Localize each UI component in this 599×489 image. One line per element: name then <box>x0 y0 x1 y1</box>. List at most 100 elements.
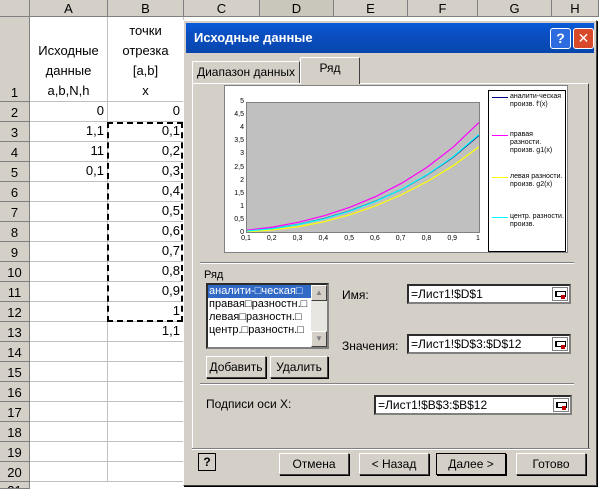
column-header-f[interactable]: F <box>408 0 478 17</box>
cell-b11[interactable]: 0,9 <box>108 282 184 302</box>
cell-b13[interactable]: 1,1 <box>108 322 184 342</box>
collapse-dialog-icon[interactable] <box>553 398 569 412</box>
titlebar-close-button[interactable]: ✕ <box>573 28 594 49</box>
remove-series-button[interactable]: Удалить <box>270 356 328 378</box>
cell-b18[interactable] <box>108 422 184 442</box>
cell-a18[interactable] <box>30 422 108 442</box>
cell-a15[interactable] <box>30 362 108 382</box>
column-header-c[interactable]: C <box>184 0 260 17</box>
cell-b6[interactable]: 0,4 <box>108 182 184 202</box>
column-header-a[interactable]: A <box>30 0 108 17</box>
collapse-dialog-icon[interactable] <box>552 287 568 301</box>
cell-a1[interactable]: Исходные данные a,b,N,h <box>30 17 108 102</box>
row-header-16[interactable]: 16 <box>0 382 30 402</box>
cancel-button[interactable]: Отмена <box>279 453 349 475</box>
row-header-18[interactable]: 18 <box>0 422 30 442</box>
row-header-9[interactable]: 9 <box>0 242 30 262</box>
dialog-titlebar[interactable]: Исходные данные ? ✕ <box>186 23 594 53</box>
y-tick-label: 2 <box>240 176 244 184</box>
add-series-button[interactable]: Добавить <box>206 356 266 378</box>
cell-a7[interactable] <box>30 202 108 222</box>
cell-b14[interactable] <box>108 342 184 362</box>
cell-b10[interactable]: 0,8 <box>108 262 184 282</box>
cell-a17[interactable] <box>30 402 108 422</box>
values-field[interactable]: =Лист1!$D$3:$D$12 <box>407 334 571 354</box>
cell-a8[interactable] <box>30 222 108 242</box>
row-header-6[interactable]: 6 <box>0 182 30 202</box>
cell-a12[interactable] <box>30 302 108 322</box>
row-header-5[interactable]: 5 <box>0 162 30 182</box>
cell-a19[interactable] <box>30 442 108 462</box>
cell-b3[interactable]: 0,1 <box>108 122 184 142</box>
column-header-g[interactable]: G <box>478 0 552 17</box>
xaxis-labels-field[interactable]: =Лист1!$B$3:$B$12 <box>374 395 572 415</box>
back-button[interactable]: < Назад <box>359 453 429 475</box>
cell-b2[interactable]: 0 <box>108 102 184 122</box>
scroll-up-icon[interactable]: ▲ <box>311 285 327 301</box>
cell-a9[interactable] <box>30 242 108 262</box>
cell-a3[interactable]: 1,1 <box>30 122 108 142</box>
cell-b7[interactable]: 0,5 <box>108 202 184 222</box>
cell-b20[interactable] <box>108 462 184 482</box>
row-header-13[interactable]: 13 <box>0 322 30 342</box>
cell-a10[interactable] <box>30 262 108 282</box>
column-header-e[interactable]: E <box>334 0 408 17</box>
row-header-20[interactable]: 20 <box>0 462 30 482</box>
row-header-7[interactable]: 7 <box>0 202 30 222</box>
row-header-19[interactable]: 19 <box>0 442 30 462</box>
cell-a11[interactable] <box>30 282 108 302</box>
cell-b15[interactable] <box>108 362 184 382</box>
row-header-17[interactable]: 17 <box>0 402 30 422</box>
next-button[interactable]: Далее > <box>436 453 506 475</box>
cell-a16[interactable] <box>30 382 108 402</box>
help-button[interactable]: ? <box>198 453 216 471</box>
cell-b4[interactable]: 0,2 <box>108 142 184 162</box>
row-header-21[interactable]: 21 <box>0 482 30 489</box>
cell-a2[interactable]: 0 <box>30 102 108 122</box>
row-header-14[interactable]: 14 <box>0 342 30 362</box>
cell-b1-line2: отрезка <box>122 43 169 58</box>
column-header-b[interactable]: B <box>108 0 184 17</box>
cell-b19[interactable] <box>108 442 184 462</box>
y-tick-label: 3 <box>240 150 244 158</box>
row-header-12[interactable]: 12 <box>0 302 30 322</box>
column-header-d[interactable]: D <box>260 0 334 17</box>
row-header-15[interactable]: 15 <box>0 362 30 382</box>
cell-a14[interactable] <box>30 342 108 362</box>
column-header-h[interactable]: H <box>552 0 599 17</box>
row-header-11[interactable]: 11 <box>0 282 30 302</box>
cell-b12[interactable]: 1 <box>108 302 184 322</box>
list-item[interactable]: центр.□разностн.□ <box>208 324 312 337</box>
cell-a20[interactable] <box>30 462 108 482</box>
cell-b17[interactable] <box>108 402 184 422</box>
cell-a13[interactable] <box>30 322 108 342</box>
tab-data-range[interactable]: Диапазон данных <box>192 61 300 83</box>
series-listbox[interactable]: аналити-□ческая□ правая□разностн.□ левая… <box>206 283 329 349</box>
list-item[interactable]: аналити-□ческая□ <box>208 285 312 298</box>
row-header-2[interactable]: 2 <box>0 102 30 122</box>
name-field[interactable]: =Лист1!$D$1 <box>407 284 571 304</box>
cell-a4[interactable]: 11 <box>30 142 108 162</box>
cell-b8[interactable]: 0,6 <box>108 222 184 242</box>
row-header-8[interactable]: 8 <box>0 222 30 242</box>
scroll-down-icon[interactable]: ▼ <box>311 331 327 347</box>
series-list-scrollbar[interactable]: ▲ ▼ <box>311 285 327 347</box>
row-header-4[interactable]: 4 <box>0 142 30 162</box>
row-header-3[interactable]: 3 <box>0 122 30 142</box>
collapse-dialog-icon[interactable] <box>552 337 568 351</box>
cell-a5[interactable]: 0,1 <box>30 162 108 182</box>
cell-a6[interactable] <box>30 182 108 202</box>
cell-b9[interactable]: 0,7 <box>108 242 184 262</box>
xaxis-divider <box>200 383 574 385</box>
tab-series[interactable]: Ряд <box>300 57 360 84</box>
finish-button[interactable]: Готово <box>516 453 586 475</box>
list-item[interactable]: правая□разностн.□ <box>208 298 312 311</box>
row-header-1[interactable]: 1 <box>0 17 30 102</box>
select-all-corner[interactable] <box>0 0 30 17</box>
cell-b1[interactable]: точки отрезка [a,b] x <box>108 17 184 102</box>
titlebar-help-button[interactable]: ? <box>550 28 571 49</box>
row-header-10[interactable]: 10 <box>0 262 30 282</box>
cell-b5[interactable]: 0,3 <box>108 162 184 182</box>
list-item[interactable]: левая□разностн.□ <box>208 311 312 324</box>
cell-b16[interactable] <box>108 382 184 402</box>
